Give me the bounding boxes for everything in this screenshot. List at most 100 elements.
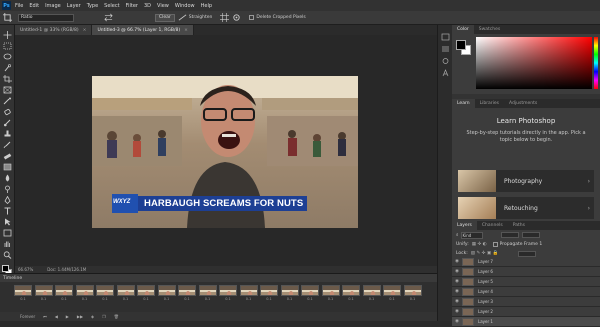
layer-row[interactable]: ◉ Layer 3	[452, 297, 600, 307]
history-panel-icon[interactable]	[441, 33, 450, 41]
menu-image[interactable]: Image	[45, 3, 61, 9]
frame-delay[interactable]: 0.1	[383, 297, 401, 301]
close-icon[interactable]: ×	[83, 28, 87, 33]
frame-delay[interactable]: 0.1	[404, 297, 422, 301]
close-icon[interactable]: ×	[184, 28, 188, 33]
crop-tool-icon[interactable]	[3, 75, 12, 83]
frame-delay[interactable]: 0.1	[281, 297, 299, 301]
prev-frame-icon[interactable]: ◀	[55, 314, 58, 319]
settings-gear-icon[interactable]	[232, 13, 241, 22]
marquee-tool-icon[interactable]	[3, 42, 12, 50]
duplicate-frame-icon[interactable]: ❐	[102, 314, 106, 319]
visibility-eye-icon[interactable]: ◉	[452, 259, 462, 264]
crop-tool-icon[interactable]	[3, 13, 12, 22]
frame-delay[interactable]: 0.1	[363, 297, 381, 301]
timeline-frame[interactable]: 0.1	[403, 285, 422, 301]
menu-edit[interactable]: Edit	[29, 3, 39, 9]
layer-row[interactable]: ◉ Layer 5	[452, 277, 600, 287]
tab-channels[interactable]: Channels	[477, 221, 508, 230]
tab-libraries[interactable]: Libraries	[475, 99, 504, 108]
frame-delay[interactable]: 0.1	[260, 297, 278, 301]
menu-select[interactable]: Select	[104, 3, 119, 9]
unify-icons[interactable]: ▦ ✣ ◐	[472, 242, 487, 247]
tab-swatches[interactable]: Swatches	[474, 25, 506, 34]
zoom-tool-icon[interactable]	[3, 251, 12, 259]
timeline-frame[interactable]: 0.1	[239, 285, 258, 301]
frame-delay[interactable]: 0.1	[199, 297, 217, 301]
clone-stamp-tool-icon[interactable]	[3, 130, 12, 138]
visibility-eye-icon[interactable]: ◉	[452, 289, 462, 294]
visibility-eye-icon[interactable]: ◉	[452, 279, 462, 284]
tab-learn[interactable]: Learn	[452, 99, 475, 108]
tab-layers[interactable]: Layers	[452, 221, 477, 230]
loop-select[interactable]: Forever	[20, 314, 35, 319]
tab-color[interactable]: Color	[452, 25, 474, 34]
frame-delay[interactable]: 0.1	[96, 297, 114, 301]
learn-card-photography[interactable]: Photography ›	[458, 170, 594, 192]
menu-3d[interactable]: 3D	[144, 3, 151, 9]
frame-delay[interactable]: 0.1	[76, 297, 94, 301]
tab-adjustments[interactable]: Adjustments	[504, 99, 542, 108]
tab-untitled-3[interactable]: Untitled-3 @ 66.7% (Layer 1, RGB/8) ×	[92, 25, 194, 35]
timeline-frame[interactable]: 0.1	[96, 285, 114, 301]
kind-filter-select[interactable]: Kind	[460, 231, 483, 239]
grid-overlay-icon[interactable]	[220, 13, 230, 22]
propagate-checkbox[interactable]	[492, 242, 498, 247]
frame-delay[interactable]: 0.1	[219, 297, 237, 301]
timeline-frame[interactable]: 0.1	[362, 285, 381, 301]
path-selection-tool-icon[interactable]	[3, 218, 12, 226]
layer-row[interactable]: ◉ Layer 2	[452, 307, 600, 317]
first-frame-icon[interactable]: ⏮	[43, 314, 47, 319]
timeline-frame[interactable]: 0.1	[178, 285, 196, 301]
blend-mode-select[interactable]	[500, 232, 519, 238]
foreground-color-swatch[interactable]	[456, 40, 466, 50]
learn-card-retouching[interactable]: Retouching ›	[458, 197, 594, 219]
hue-slider[interactable]	[594, 37, 598, 89]
frame-delay[interactable]: 0.1	[240, 297, 258, 301]
frame-delay[interactable]: 0.1	[137, 297, 155, 301]
type-tool-icon[interactable]	[3, 207, 12, 215]
tab-untitled-1[interactable]: Untitled-1 @ 33% (RGB/8) ×	[15, 25, 93, 35]
timeline-frame[interactable]: 0.1	[260, 285, 278, 301]
frame-delay[interactable]: 0.1	[178, 297, 196, 301]
menu-type[interactable]: Type	[87, 3, 98, 9]
visibility-eye-icon[interactable]: ◉	[452, 309, 462, 314]
properties-panel-icon[interactable]	[441, 45, 450, 53]
quick-select-tool-icon[interactable]	[3, 64, 12, 72]
blur-tool-icon[interactable]	[3, 174, 12, 182]
swap-icon[interactable]	[104, 13, 113, 22]
timeline-frame[interactable]: 0.1	[75, 285, 94, 301]
timeline-frame[interactable]: 0.1	[157, 285, 176, 301]
move-tool-icon[interactable]	[3, 31, 12, 39]
frame-tool-icon[interactable]	[3, 86, 12, 94]
character-panel-icon[interactable]	[441, 69, 450, 77]
layer-row[interactable]: ◉ Layer 7	[452, 257, 600, 267]
straighten-icon[interactable]	[178, 13, 187, 22]
opacity-field[interactable]	[521, 232, 540, 238]
foreground-color-swatch[interactable]	[2, 265, 9, 272]
timeline-frame[interactable]: 0.1	[342, 285, 360, 301]
brush-tool-icon[interactable]	[3, 119, 12, 127]
timeline-frame[interactable]: 0.1	[137, 285, 155, 301]
clear-button[interactable]: Clear	[155, 13, 175, 22]
shape-tool-icon[interactable]	[3, 229, 12, 237]
layer-row[interactable]: ◉ Layer 6	[452, 267, 600, 277]
lock-icons[interactable]: ▧ ✎ ✣ ▣ 🔒	[471, 251, 498, 256]
layer-row[interactable]: ◉ Layer 1	[452, 317, 600, 327]
frame-delay[interactable]: 0.1	[35, 297, 53, 301]
timeline-frame[interactable]: 0.1	[198, 285, 217, 301]
delete-cropped-checkbox[interactable]	[249, 15, 255, 20]
layer-row[interactable]: ◉ Layer 4	[452, 287, 600, 297]
frame-delay[interactable]: 0.1	[158, 297, 176, 301]
frame-delay[interactable]: 0.1	[117, 297, 135, 301]
menu-help[interactable]: Help	[201, 3, 212, 9]
menu-layer[interactable]: Layer	[67, 3, 81, 9]
next-frame-icon[interactable]: ▶▶	[77, 314, 83, 319]
history-brush-tool-icon[interactable]	[3, 141, 12, 149]
frame-delay[interactable]: 0.1	[301, 297, 319, 301]
menu-file[interactable]: File	[15, 3, 23, 9]
timeline-frame[interactable]: 0.1	[280, 285, 299, 301]
menu-window[interactable]: Window	[175, 3, 195, 9]
lasso-tool-icon[interactable]	[3, 53, 12, 61]
menu-filter[interactable]: Filter	[126, 3, 138, 9]
